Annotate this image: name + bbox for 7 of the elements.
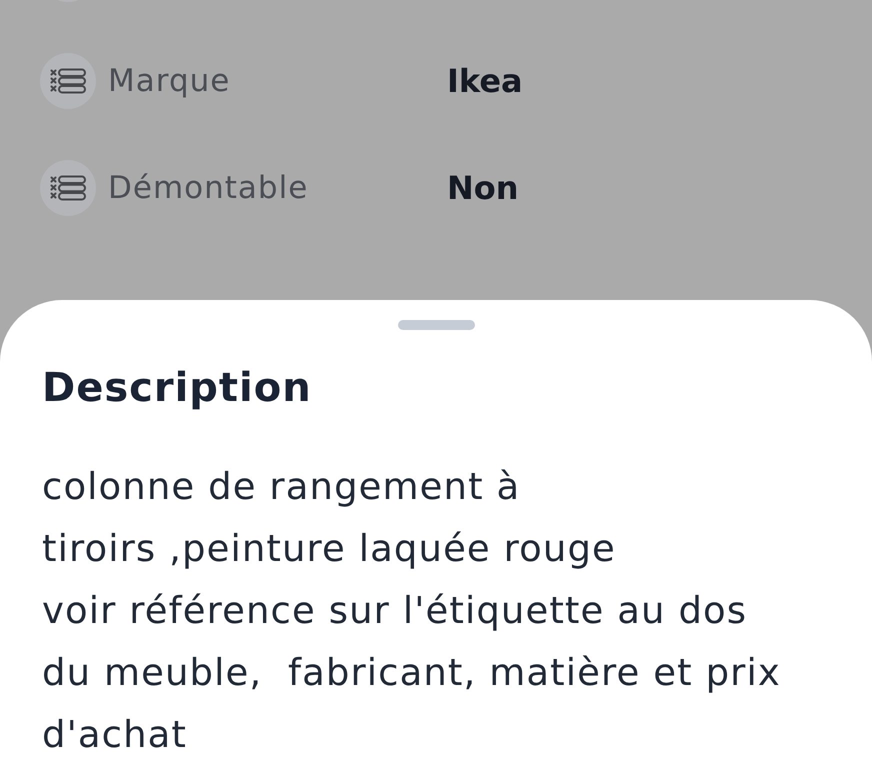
drag-handle[interactable] (398, 320, 474, 330)
detail-value: Ikea (447, 62, 523, 100)
detail-label: Marque (108, 62, 232, 98)
detail-label: Démontable (108, 170, 310, 206)
sheet-title: Description (42, 364, 313, 412)
detail-value: Non (447, 168, 519, 206)
description-text: colonne de rangement à tiroirs ,peinture laquée rouge voir référence sur l'étiquette au dos du meuble, fabricant, matière et prix d'achat (42, 464, 782, 758)
